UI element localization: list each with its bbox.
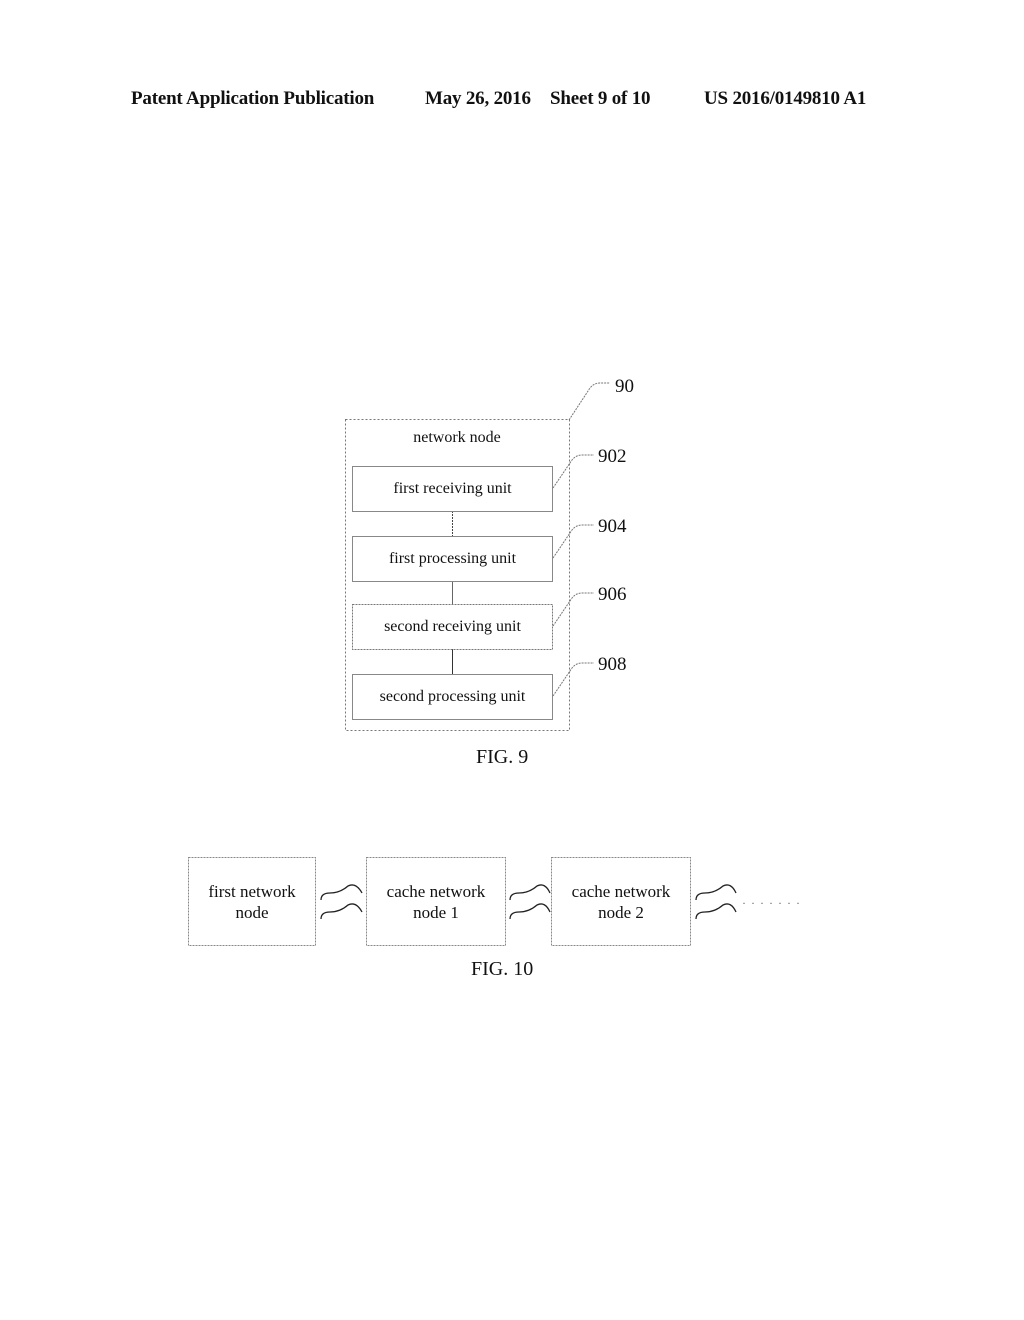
ref-906: 906 xyxy=(598,584,627,605)
ref-902: 902 xyxy=(598,446,627,467)
link-3 xyxy=(695,884,737,920)
cache-network-node-2: cache network node 2 xyxy=(571,881,671,922)
leader-908 xyxy=(552,662,594,697)
link-1 xyxy=(320,884,363,920)
ref-908: 908 xyxy=(598,654,627,675)
link-2 xyxy=(509,884,551,920)
fig9-caption: FIG. 9 xyxy=(476,746,529,768)
continuation-ellipsis: · · · · · · · xyxy=(742,896,801,910)
fig9-diagram-lines xyxy=(188,382,737,946)
first-network-node: first network node xyxy=(208,881,296,922)
leader-90 xyxy=(568,382,610,421)
first-receiving-unit: first receiving unit xyxy=(393,480,512,497)
second-receiving-unit: second receiving unit xyxy=(384,618,521,635)
first-processing-unit: first processing unit xyxy=(388,550,517,567)
second-processing-unit: second processing unit xyxy=(379,688,526,705)
leader-902 xyxy=(552,454,594,489)
network-node-label: network node xyxy=(413,429,501,446)
cache-network-node-1: cache network node 1 xyxy=(386,881,486,922)
leader-906 xyxy=(552,592,594,627)
ref-904: 904 xyxy=(598,516,627,537)
fig10-caption: FIG. 10 xyxy=(471,958,534,980)
leader-904 xyxy=(552,524,594,559)
ref-90: 90 xyxy=(615,376,634,397)
